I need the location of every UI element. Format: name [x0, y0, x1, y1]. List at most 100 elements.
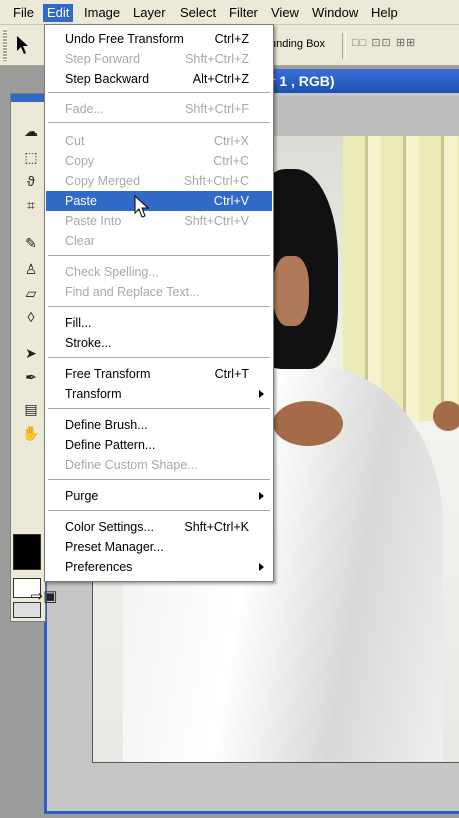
menu-item-fade: Fade... Shft+Ctrl+F — [46, 99, 272, 119]
toolbox-header[interactable] — [11, 94, 45, 102]
menu-separator — [48, 122, 270, 123]
menu-view[interactable]: View — [267, 4, 303, 22]
menu-item-paste-into: Paste Into Shft+Ctrl+V — [46, 211, 272, 231]
document-title: r 1 , RGB) — [270, 73, 335, 89]
submenu-arrow-icon — [259, 492, 264, 500]
menu-item-shortcut: Ctrl+Z — [214, 32, 249, 46]
menu-item-paste[interactable]: Paste Ctrl+V — [46, 191, 272, 211]
marquee-tool-icon[interactable]: ⬚ — [21, 148, 41, 166]
menu-item-label: Find and Replace Text... — [65, 285, 200, 299]
menu-item-shortcut: Shft+Ctrl+V — [184, 214, 249, 228]
menu-separator — [48, 479, 270, 480]
menu-item-label: Define Pattern... — [65, 438, 156, 452]
menu-item-define-brush[interactable]: Define Brush... — [46, 415, 272, 435]
menu-item-label: Fade... — [65, 102, 104, 116]
menu-window[interactable]: Window — [308, 4, 362, 22]
menu-item-define-pattern[interactable]: Define Pattern... — [46, 435, 272, 455]
menu-item-copy: Copy Ctrl+C — [46, 151, 272, 171]
menu-item-shortcut: Shft+Ctrl+Z — [185, 52, 249, 66]
clone-stamp-icon[interactable]: ♙ — [21, 260, 41, 278]
menu-item-color-settings[interactable]: Color Settings... Shft+Ctrl+K — [46, 517, 272, 537]
menu-item-free-transform[interactable]: Free Transform Ctrl+T — [46, 364, 272, 384]
options-separator — [342, 33, 346, 59]
photo-hand — [273, 401, 343, 446]
menu-item-preset-manager[interactable]: Preset Manager... — [46, 537, 272, 557]
menu-item-transform[interactable]: Transform — [46, 384, 272, 404]
menu-item-label: Step Forward — [65, 52, 141, 66]
menu-separator — [48, 92, 270, 93]
menu-item-preferences[interactable]: Preferences — [46, 557, 272, 577]
menu-item-label: Cut — [65, 134, 85, 148]
move-tool-icon[interactable] — [16, 35, 28, 55]
menu-item-check-spelling: Check Spelling... — [46, 262, 272, 282]
menu-item-find-replace: Find and Replace Text... — [46, 282, 272, 302]
toolbox: ☁ ⬚ ϑ ⌗ ✎ ♙ ▱ ◊ ➤ ✒ ▤ ✋ — [10, 93, 46, 622]
menu-item-stroke[interactable]: Stroke... — [46, 333, 272, 353]
menu-item-label: Copy Merged — [65, 174, 141, 188]
options-bar-grip[interactable] — [3, 29, 7, 61]
menu-item-label: Transform — [65, 387, 122, 401]
menu-separator — [48, 510, 270, 511]
menu-item-label: Paste Into — [65, 214, 122, 228]
photo-hand-right — [433, 401, 459, 431]
menu-item-label: Define Custom Shape... — [65, 458, 198, 472]
menu-filter[interactable]: Filter — [225, 4, 262, 22]
menu-item-shortcut: Shft+Ctrl+C — [183, 174, 249, 188]
menu-item-shortcut: Ctrl+C — [213, 154, 249, 168]
menu-item-shortcut: Ctrl+T — [214, 367, 249, 381]
menu-item-label: Free Transform — [65, 367, 151, 381]
menu-separator — [48, 306, 270, 307]
menu-item-label: Preset Manager... — [65, 540, 164, 554]
menu-item-purge[interactable]: Purge — [46, 486, 272, 506]
menu-separator — [48, 357, 270, 358]
pen-tool-icon[interactable]: ✒ — [21, 368, 41, 386]
mouse-cursor-icon — [134, 195, 150, 218]
eraser-icon[interactable]: ▱ — [21, 284, 41, 302]
menu-bar: File Edit Image Layer Select Filter View… — [0, 0, 459, 25]
menu-help[interactable]: Help — [367, 4, 402, 22]
menu-file[interactable]: File — [9, 4, 38, 22]
align-icons[interactable]: □□ ⊡⊡ ⊞⊞ — [352, 36, 416, 52]
show-bounding-box-label[interactable]: unding Box — [270, 38, 325, 50]
menu-item-label: Check Spelling... — [65, 265, 159, 279]
submenu-arrow-icon — [259, 390, 264, 398]
menu-item-shortcut: Ctrl+X — [213, 134, 249, 148]
menu-layer[interactable]: Layer — [129, 4, 170, 22]
healing-brush-icon[interactable]: ✎ — [21, 234, 41, 252]
menu-item-undo[interactable]: Undo Free Transform Ctrl+Z — [46, 29, 272, 49]
menu-item-label: Stroke... — [65, 336, 112, 350]
menu-item-copy-merged: Copy Merged Shft+Ctrl+C — [46, 171, 272, 191]
edit-menu: Undo Free Transform Ctrl+Z Step Forward … — [44, 24, 274, 582]
submenu-arrow-icon — [259, 563, 264, 571]
crop-tool-icon[interactable]: ⌗ — [21, 196, 41, 214]
menu-item-label: Undo Free Transform — [65, 32, 184, 46]
notes-tool-icon[interactable]: ▤ — [21, 400, 41, 418]
menu-item-step-backward[interactable]: Step Backward Alt+Ctrl+Z — [46, 69, 272, 89]
menu-item-shortcut: Ctrl+V — [213, 194, 249, 208]
menu-item-label: Purge — [65, 489, 99, 503]
menu-item-label: Define Brush... — [65, 418, 148, 432]
hand-tool-icon[interactable]: ✋ — [21, 424, 41, 442]
menu-item-label: Paste — [65, 194, 97, 208]
lasso-tool-icon[interactable]: ϑ — [21, 172, 41, 190]
menu-item-fill[interactable]: Fill... — [46, 313, 272, 333]
menu-item-shortcut: Shft+Ctrl+K — [184, 520, 249, 534]
menu-separator — [48, 408, 270, 409]
path-selection-icon[interactable]: ➤ — [21, 344, 41, 362]
menu-item-clear: Clear — [46, 231, 272, 251]
menu-item-label: Preferences — [65, 560, 133, 574]
menu-separator — [48, 255, 270, 256]
blur-tool-icon[interactable]: ◊ — [21, 308, 41, 326]
menu-item-label: Fill... — [65, 316, 92, 330]
menu-item-step-forward: Step Forward Shft+Ctrl+Z — [46, 49, 272, 69]
foreground-color-swatch[interactable] — [13, 534, 41, 570]
photo-face — [273, 256, 309, 326]
menu-item-shortcut: Shft+Ctrl+F — [185, 102, 249, 116]
menu-item-shortcut: Alt+Ctrl+Z — [192, 72, 249, 86]
jump-to-imageready-icon[interactable]: ⇨▣ — [14, 588, 74, 608]
menu-item-label: Step Backward — [65, 72, 150, 86]
menu-edit[interactable]: Edit — [43, 4, 74, 22]
menu-image[interactable]: Image — [80, 4, 124, 22]
menu-item-label: Copy — [65, 154, 95, 168]
menu-select[interactable]: Select — [176, 4, 220, 22]
